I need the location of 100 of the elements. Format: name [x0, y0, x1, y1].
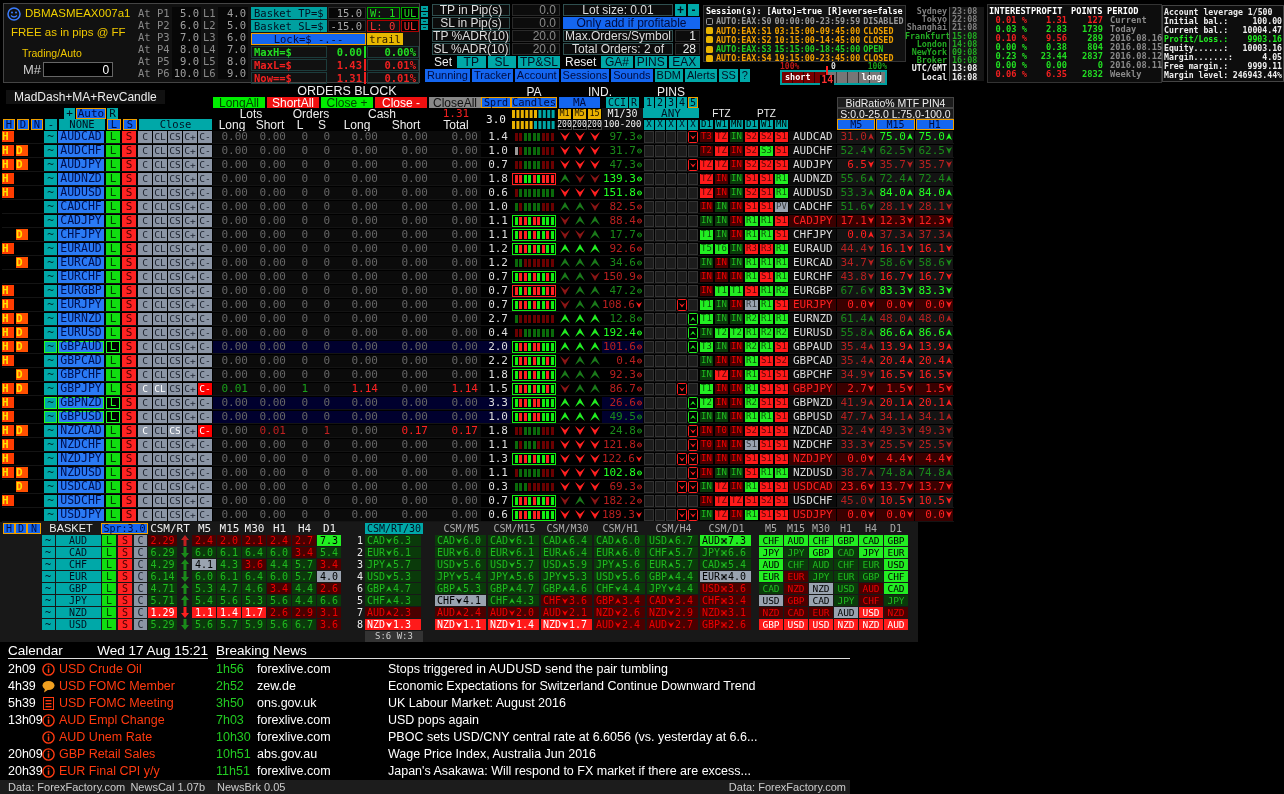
value-field[interactable]: 0.0	[512, 17, 560, 29]
action-button[interactable]: C-	[198, 368, 212, 381]
column-button[interactable]: D	[15, 523, 27, 534]
action-button[interactable]: C	[138, 354, 152, 367]
buy-button[interactable]: L	[102, 583, 116, 594]
action-button[interactable]: C	[138, 144, 152, 157]
action-button[interactable]: C	[138, 396, 152, 409]
tilde-button[interactable]: ~	[44, 228, 57, 241]
bulk-button[interactable]: LongAll	[213, 97, 265, 108]
buy-button[interactable]: L	[106, 172, 120, 185]
sell-button[interactable]: S	[122, 158, 136, 171]
tilde-button[interactable]: ~	[41, 535, 55, 546]
action-button[interactable]: CS	[168, 424, 182, 437]
sell-button[interactable]: S	[122, 340, 136, 353]
value-field[interactable]: 20.0	[512, 30, 560, 42]
buy-button[interactable]: L	[106, 368, 120, 381]
action-button[interactable]: CS	[168, 382, 182, 395]
action-button[interactable]: CS	[168, 186, 182, 199]
currency-button[interactable]: CAD	[55, 547, 101, 558]
symbol-button[interactable]: AUDUSD	[58, 186, 104, 199]
sell-button[interactable]: S	[122, 186, 136, 199]
pin-button[interactable]: 1	[644, 97, 654, 108]
buy-button[interactable]: L	[102, 559, 116, 570]
option-button[interactable]: TP&SL	[518, 56, 560, 68]
action-button[interactable]: C	[138, 312, 152, 325]
spread-button[interactable]: Spr:3.0	[101, 523, 148, 534]
action-button[interactable]: C-	[198, 494, 212, 507]
tilde-button[interactable]: ~	[44, 270, 57, 283]
column-button[interactable]: N	[27, 523, 41, 534]
action-button[interactable]: CL	[153, 452, 167, 465]
sell-button[interactable]: S	[122, 354, 136, 367]
sell-button[interactable]: S	[122, 130, 136, 143]
symbol-button[interactable]: EURGBP	[58, 284, 104, 297]
sell-button[interactable]: S	[122, 298, 136, 311]
action-button[interactable]: C+	[183, 354, 197, 367]
ma-button[interactable]: MA	[559, 97, 600, 108]
action-button[interactable]: C	[138, 410, 152, 423]
action-button[interactable]: C+	[183, 494, 197, 507]
action-button[interactable]: C	[138, 214, 152, 227]
magic-number-field[interactable]: 0	[43, 62, 114, 77]
tab-button[interactable]: Tracker	[472, 69, 513, 82]
spread-button[interactable]: Sprd	[481, 97, 511, 108]
action-button[interactable]: CS	[168, 312, 182, 325]
action-button[interactable]: CS	[168, 158, 182, 171]
buy-button[interactable]: L	[106, 340, 120, 353]
value-field[interactable]: -15.0	[328, 20, 366, 32]
buy-button[interactable]: L	[106, 382, 120, 395]
sell-button[interactable]: S	[122, 466, 136, 479]
action-button[interactable]: CS	[168, 242, 182, 255]
action-button[interactable]: C-	[198, 214, 212, 227]
buy-button[interactable]: L	[106, 508, 120, 521]
action-button[interactable]: C+	[183, 172, 197, 185]
mode-button[interactable]: R	[107, 108, 118, 119]
action-button[interactable]: CL	[153, 354, 167, 367]
tab-button[interactable]: BDM	[654, 69, 683, 82]
action-button[interactable]: C	[134, 547, 147, 558]
action-button[interactable]: C-	[198, 200, 212, 213]
value-field[interactable]: 0.0	[512, 4, 560, 16]
action-button[interactable]: C-	[198, 284, 212, 297]
sell-button[interactable]: S	[122, 382, 136, 395]
sell-button[interactable]: S	[122, 172, 136, 185]
action-button[interactable]: C	[138, 186, 152, 199]
buy-button[interactable]: L	[102, 595, 116, 606]
action-button[interactable]: CL	[153, 340, 167, 353]
action-button[interactable]: C	[134, 619, 147, 630]
action-button[interactable]: CS	[168, 228, 182, 241]
sell-button[interactable]: S	[122, 144, 136, 157]
any-button[interactable]: ANY	[643, 108, 699, 118]
action-button[interactable]: C	[134, 607, 147, 618]
action-button[interactable]: C	[138, 284, 152, 297]
option-button[interactable]: TP	[457, 56, 486, 68]
mode-button[interactable]: Auto	[75, 108, 107, 119]
symbol-button[interactable]: GBPCAD	[58, 354, 104, 367]
action-button[interactable]: C-	[198, 326, 212, 339]
buy-button[interactable]: L	[106, 298, 120, 311]
action-button[interactable]: C+	[183, 228, 197, 241]
action-button[interactable]: CL	[153, 508, 167, 521]
sell-button[interactable]: S	[118, 607, 132, 618]
sell-button[interactable]: S	[118, 583, 132, 594]
buy-button[interactable]: L	[102, 607, 116, 618]
symbol-button[interactable]: CADJPY	[58, 214, 104, 227]
sell-button[interactable]: S	[118, 547, 132, 558]
buy-button[interactable]: L	[106, 494, 120, 507]
sell-button[interactable]: S	[118, 571, 132, 582]
action-button[interactable]: C+	[183, 284, 197, 297]
action-button[interactable]: CS	[168, 354, 182, 367]
tilde-button[interactable]: ~	[44, 284, 57, 297]
action-button[interactable]: C	[138, 382, 152, 395]
action-button[interactable]: C+	[183, 200, 197, 213]
action-button[interactable]: C-	[198, 312, 212, 325]
buy-button[interactable]: L	[106, 214, 120, 227]
action-button[interactable]: CL	[153, 270, 167, 283]
action-button[interactable]: CS	[168, 144, 182, 157]
action-button[interactable]: C-	[198, 270, 212, 283]
action-button[interactable]: C+	[183, 256, 197, 269]
action-button[interactable]: C+	[183, 186, 197, 199]
tilde-button[interactable]: ~	[44, 466, 57, 479]
tilde-button[interactable]: ~	[44, 172, 57, 185]
buy-button[interactable]: L	[106, 480, 120, 493]
column-button[interactable]: NONE	[59, 119, 105, 130]
